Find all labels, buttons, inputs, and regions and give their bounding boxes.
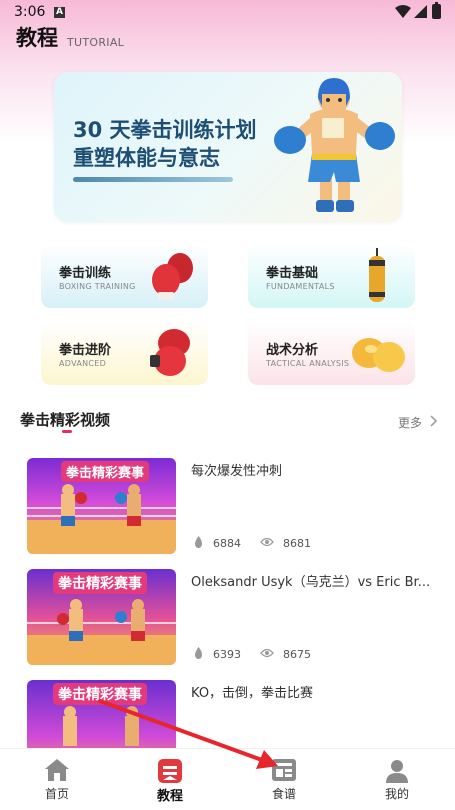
nav-tutorial[interactable]: 教程: [130, 749, 210, 810]
nav-label: 我的: [384, 787, 409, 801]
category-subtitle: BOXING TRAINING: [59, 282, 136, 291]
views-count: 8681: [283, 537, 311, 550]
bottom-nav: 首页 教程 食谱 我的: [0, 748, 455, 810]
thumbnail-caption: 拳击精彩赛事: [53, 683, 147, 705]
nav-label: 首页: [44, 787, 69, 801]
category-subtitle: TACTICAL ANALYSIS: [266, 359, 350, 368]
thumbnail-caption: 拳击精彩赛事: [53, 572, 147, 594]
video-item[interactable]: 拳击精彩赛事 Oleksandr Usyk（乌克兰）vs Eric Br... …: [27, 569, 437, 665]
nav-recipe[interactable]: 食谱: [244, 749, 324, 810]
fire-icon: [195, 647, 202, 659]
nav-profile[interactable]: 我的: [357, 749, 437, 810]
boxing-gloves-icon: [152, 253, 193, 300]
section-underline: [62, 430, 72, 433]
status-bar: 3:06 A: [0, 0, 455, 24]
banner-decor-bar: [73, 177, 233, 182]
home-icon: [45, 759, 69, 781]
nav-label: 食谱: [271, 787, 296, 801]
boxing-gloves-icon: [150, 329, 190, 376]
category-fundamentals[interactable]: 拳击基础 FUNDAMENTALS: [248, 244, 415, 308]
gold-gloves-icon: [352, 338, 405, 372]
section-title: 拳击精彩视频: [20, 411, 111, 429]
category-title: 拳击训练: [59, 266, 112, 281]
recipe-icon: [272, 759, 296, 781]
views-count: 8675: [283, 648, 311, 661]
category-subtitle: ADVANCED: [59, 359, 107, 368]
video-thumbnail[interactable]: 拳击精彩赛事: [27, 680, 176, 748]
video-title: KO，击倒，拳击比赛: [191, 686, 314, 701]
fire-icon: [195, 536, 202, 548]
category-title: 拳击进阶: [59, 343, 112, 358]
eye-icon: [260, 648, 274, 658]
nav-label: 教程: [156, 789, 183, 804]
page-title: 教程: [16, 26, 58, 50]
video-title: 每次爆发性冲刺: [191, 464, 283, 479]
banner-subtitle: 重塑体能与意志: [73, 146, 220, 170]
battery-icon: [432, 2, 441, 19]
category-title: 战术分析: [266, 343, 319, 358]
profile-icon: [386, 760, 408, 783]
video-title: Oleksandr Usyk（乌克兰）vs Eric Br...: [191, 575, 431, 590]
status-time: 3:06: [14, 4, 46, 20]
chevron-right-icon[interactable]: [430, 415, 438, 427]
thumbnail-caption: 拳击精彩赛事: [61, 461, 150, 482]
category-subtitle: FUNDAMENTALS: [266, 282, 335, 291]
nav-home[interactable]: 首页: [17, 749, 97, 810]
punching-bag-icon: [369, 248, 385, 302]
category-tactical-analysis[interactable]: 战术分析 TACTICAL ANALYSIS: [248, 321, 415, 385]
notification-icon: A: [54, 7, 65, 18]
wifi-icon: [395, 5, 411, 18]
video-thumbnail[interactable]: 拳击精彩赛事: [27, 458, 176, 554]
video-item[interactable]: 拳击精彩赛事 每次爆发性冲刺 6884 8681: [27, 458, 437, 554]
category-boxing-training[interactable]: 拳击训练 BOXING TRAINING: [41, 244, 208, 308]
video-thumbnail[interactable]: 拳击精彩赛事: [27, 569, 176, 665]
eye-icon: [260, 537, 274, 547]
video-item[interactable]: 拳击精彩赛事 KO，击倒，拳击比赛: [27, 680, 437, 748]
signal-icon: [414, 5, 427, 18]
page-subtitle: TUTORIAL: [67, 36, 125, 49]
tutorial-icon: [158, 759, 182, 783]
category-advanced[interactable]: 拳击进阶 ADVANCED: [41, 321, 208, 385]
training-plan-banner[interactable]: 30 天拳击训练计划 重塑体能与意志: [54, 72, 402, 222]
likes-count: 6884: [213, 537, 241, 550]
boxer-illustration: [274, 78, 395, 212]
likes-count: 6393: [213, 648, 241, 661]
more-link[interactable]: 更多: [398, 414, 422, 431]
banner-title: 30 天拳击训练计划: [73, 118, 257, 142]
category-title: 拳击基础: [266, 266, 319, 281]
